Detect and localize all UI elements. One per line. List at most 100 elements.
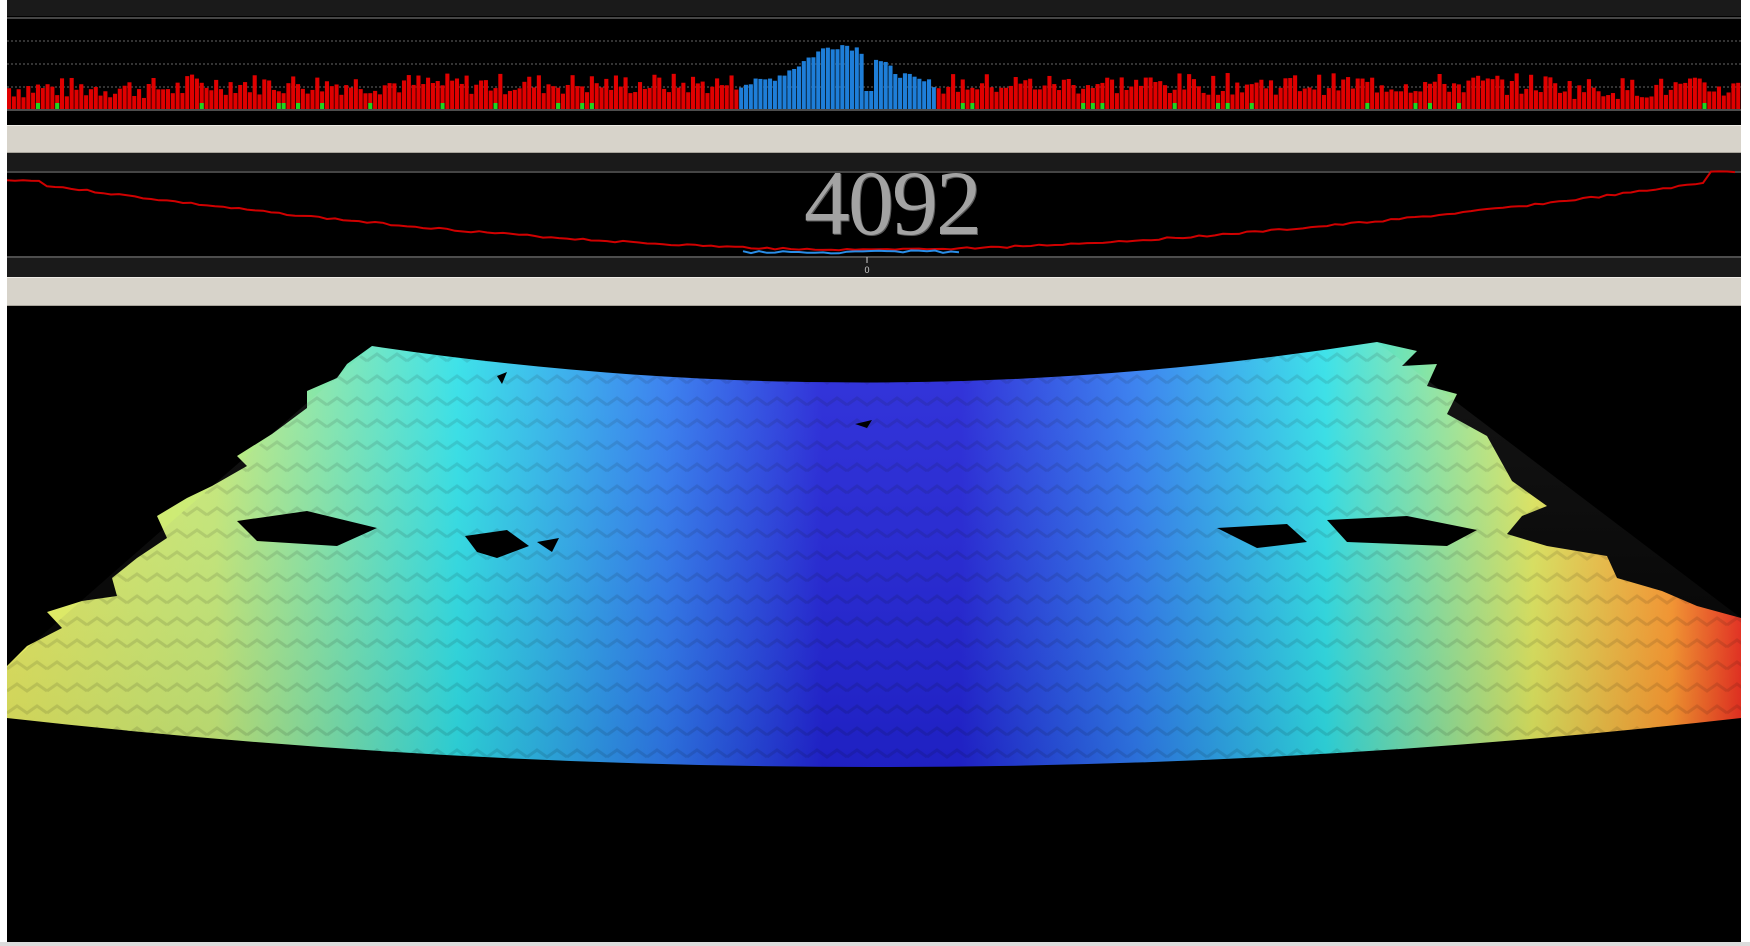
histogram-bar — [11, 96, 16, 109]
histogram-bar — [575, 86, 580, 109]
histogram-bar — [1721, 95, 1726, 109]
histogram-bar — [1461, 92, 1466, 109]
histogram-bar — [315, 77, 320, 109]
histogram-bar — [1649, 96, 1654, 109]
histogram-bar — [228, 82, 233, 109]
histogram-bar-selected — [864, 91, 869, 109]
histogram-bar — [50, 86, 55, 109]
histogram-bar-selected — [898, 77, 903, 109]
histogram-bar — [1471, 77, 1476, 109]
panel-splitter[interactable] — [7, 277, 1741, 306]
histogram-bar-selected — [758, 78, 763, 109]
histogram-bar — [1143, 77, 1148, 109]
histogram-bar — [955, 91, 960, 109]
histogram-bar — [1630, 79, 1635, 109]
histogram-bar — [1163, 85, 1168, 109]
histogram-bar — [7, 88, 12, 109]
histogram-bar — [662, 88, 667, 109]
histogram-bar — [1399, 91, 1404, 109]
histogram-bar — [1302, 88, 1307, 109]
histogram-bar — [454, 78, 460, 109]
histogram-flag-bar — [35, 103, 40, 109]
histogram-bar — [1524, 88, 1529, 109]
histogram-bar — [103, 91, 108, 109]
histogram-bar — [690, 76, 696, 109]
histogram-bar — [59, 78, 65, 109]
histogram-bar-selected — [825, 47, 830, 109]
histogram-bar — [1591, 87, 1596, 109]
histogram-bar — [1557, 92, 1563, 109]
histogram-bar — [1254, 82, 1259, 109]
histogram-bar — [1071, 85, 1076, 109]
histogram-bar — [719, 85, 724, 109]
histogram-bar — [16, 89, 21, 109]
histogram-bar — [1389, 89, 1394, 109]
histogram-bar — [1408, 92, 1413, 109]
histogram-bar — [1177, 73, 1182, 109]
histogram-bar — [358, 89, 363, 109]
histogram-bar — [31, 92, 36, 109]
histogram-bar-selected — [931, 87, 936, 109]
histogram-bar — [1668, 89, 1673, 109]
histogram-bar — [223, 94, 228, 109]
histogram-bar — [1712, 91, 1717, 109]
histogram-bar — [1013, 77, 1018, 109]
histogram-bar — [1384, 91, 1389, 109]
histogram-bar — [1008, 85, 1013, 109]
histogram-bar — [421, 84, 426, 109]
histogram-bar — [209, 90, 214, 109]
histogram-bar — [430, 83, 435, 109]
histogram-bar — [975, 89, 980, 109]
histogram-bar — [551, 86, 556, 109]
seafloor-3d-view[interactable] — [7, 306, 1741, 942]
histogram-bar-selected — [753, 78, 758, 109]
histogram-bar — [329, 86, 334, 109]
histogram-bar — [1057, 90, 1062, 109]
histogram-bar — [469, 93, 474, 109]
histogram-bar — [1529, 74, 1534, 109]
histogram-bar — [1350, 88, 1355, 109]
histogram-bar — [69, 77, 74, 109]
histogram-bar — [382, 85, 387, 109]
beam-histogram-panel[interactable] — [7, 0, 1741, 125]
swath-profile-panel[interactable]: 4092 0 — [7, 153, 1741, 277]
histogram-bar — [1678, 83, 1683, 109]
histogram-bar — [666, 92, 671, 109]
histogram-bar — [180, 93, 185, 109]
histogram-bar — [1504, 94, 1510, 109]
histogram-bar — [657, 77, 662, 109]
histogram-bar — [604, 78, 609, 109]
histogram-bar-selected — [792, 68, 797, 109]
histogram-bar — [1085, 85, 1091, 109]
histogram-bar — [397, 92, 402, 109]
histogram-bar — [1326, 88, 1331, 109]
histogram-bar — [1105, 77, 1110, 109]
histogram-bar — [1240, 92, 1245, 109]
histogram-bar — [1553, 83, 1558, 109]
histogram-bar-selected — [869, 91, 874, 109]
histogram-bar-selected — [821, 48, 826, 109]
histogram-bar — [1037, 89, 1042, 109]
histogram-bar-selected — [782, 75, 787, 109]
histogram-bar — [715, 78, 720, 109]
histogram-bar — [401, 80, 407, 109]
histogram-bar — [671, 73, 676, 109]
histogram-bar — [233, 93, 238, 109]
panel-splitter[interactable] — [7, 125, 1741, 153]
histogram-bar — [1509, 80, 1514, 109]
histogram-bar — [377, 94, 382, 109]
histogram-bar-selected — [845, 45, 850, 109]
histogram-bar — [541, 93, 546, 109]
histogram-bar — [1620, 78, 1625, 109]
histogram-bar — [392, 83, 397, 109]
histogram-bar — [1355, 78, 1360, 109]
histogram-bar — [1283, 78, 1288, 109]
histogram-bar — [1423, 82, 1428, 109]
histogram-bar — [373, 90, 378, 109]
histogram-bar — [1437, 74, 1442, 109]
histogram-bar — [243, 82, 248, 109]
histogram-bar — [1182, 89, 1187, 109]
histogram-bar — [1442, 83, 1447, 109]
histogram-bar — [1683, 82, 1688, 109]
histogram-bar — [1601, 96, 1606, 109]
